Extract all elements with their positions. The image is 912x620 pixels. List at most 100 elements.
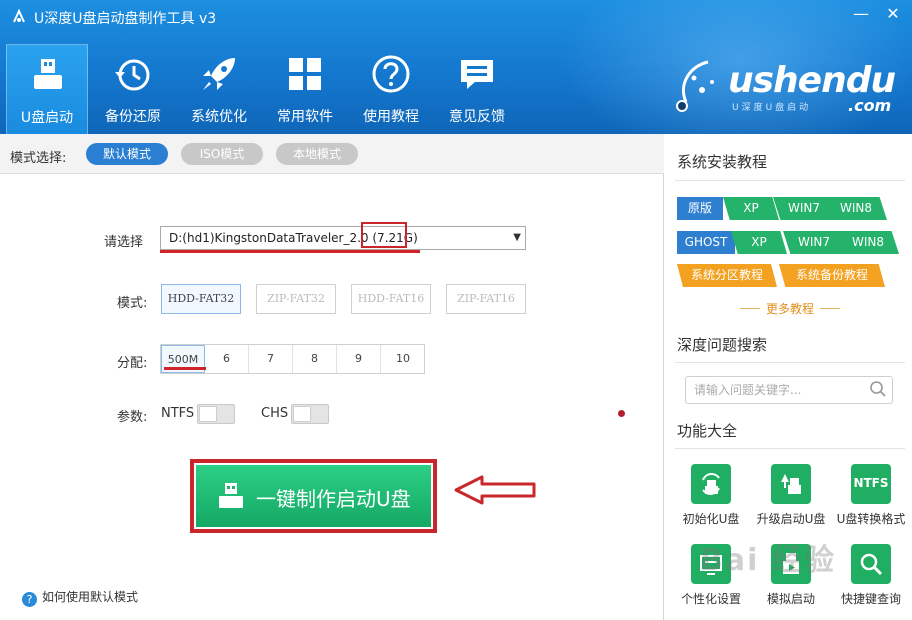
divider	[675, 362, 905, 363]
upgrade-usb-icon	[771, 464, 811, 504]
make-button-label: 一键制作启动U盘	[256, 487, 411, 511]
tool-hotkey-query[interactable]: 快捷键查询	[831, 544, 911, 620]
toggle-knob	[199, 406, 217, 422]
pointer-arrow-icon	[454, 475, 536, 505]
tag-ghost-win7[interactable]: WIN7	[783, 231, 845, 254]
partition-6-button[interactable]: 6	[205, 345, 249, 373]
format-hdd-fat16-button[interactable]: HDD-FAT16	[351, 284, 431, 314]
brand-subtitle: U深度U盘启动	[732, 103, 812, 113]
ntfs-toggle[interactable]	[197, 404, 235, 424]
tool-label: 模拟启动	[766, 592, 815, 606]
partition-7-button[interactable]: 7	[249, 345, 293, 373]
nav-label: 常用软件	[277, 109, 333, 125]
question-search-title: 深度问题搜索	[677, 336, 768, 354]
chevron-down-icon: ▼	[513, 232, 521, 243]
highlight-underline	[160, 250, 420, 253]
search-icon[interactable]	[869, 380, 887, 398]
tool-label: 快捷键查询	[840, 592, 901, 606]
chs-toggle[interactable]	[291, 404, 329, 424]
tool-label: 初始化U盘	[682, 512, 740, 526]
question-icon	[372, 55, 410, 93]
chs-label: CHS	[261, 406, 289, 421]
params-label: 参数:	[117, 410, 148, 425]
tag-ghost[interactable]: GHOST	[677, 231, 735, 254]
mode-bar: 模式选择: 默认模式 ISO模式 本地模式	[0, 134, 664, 174]
help-icon: ?	[22, 592, 37, 607]
brand-logo: ushendu U深度U盘启动 .com	[668, 56, 900, 118]
main-panel: 模式选择: 默认模式 ISO模式 本地模式 请选择 D:(hd1)Kingsto…	[0, 134, 664, 620]
tag-partition-tutorial[interactable]: 系统分区教程	[677, 264, 777, 287]
marker-dot	[618, 410, 625, 417]
close-button[interactable]: ✕	[882, 4, 904, 24]
nav-item-backup[interactable]: 备份还原	[92, 44, 174, 134]
drive-select[interactable]: D:(hd1)KingstonDataTraveler_2.0 (7.21G) …	[160, 226, 526, 250]
ntfs-label: NTFS	[161, 406, 195, 421]
help-default-mode-link[interactable]: ? 如何使用默认模式	[22, 588, 138, 607]
app-header: U深度U盘启动盘制作工具 v3 — ✕ U盘启动 备份还原 系统优化 常用软件 …	[0, 0, 912, 134]
ntfs-badge: NTFS	[853, 476, 889, 490]
toggle-knob	[293, 406, 311, 422]
ntfs-convert-icon: NTFS	[851, 464, 891, 504]
nav-label: 使用教程	[363, 109, 419, 125]
nav-item-tutorial[interactable]: 使用教程	[350, 44, 432, 134]
format-hdd-fat32-button[interactable]: HDD-FAT32	[161, 284, 241, 314]
partition-label: 分配:	[117, 356, 148, 371]
nav-label: 系统优化	[191, 109, 247, 125]
usb-drive-icon	[219, 483, 243, 508]
nav-label: 备份还原	[105, 109, 161, 125]
highlight-underline	[164, 367, 206, 370]
brand-name: ushendu	[728, 60, 896, 101]
tool-label: 升级启动U盘	[756, 512, 826, 526]
more-tutorials-link[interactable]: 更多教程	[725, 300, 855, 317]
nav-item-software[interactable]: 常用软件	[264, 44, 346, 134]
nav-item-usb-boot[interactable]: U盘启动	[6, 44, 88, 134]
rocket-icon	[203, 58, 235, 90]
nav-label: 意见反馈	[449, 109, 505, 125]
tools-title: 功能大全	[677, 422, 738, 440]
tag-ghost-win8[interactable]: WIN8	[837, 231, 899, 254]
init-usb-icon	[691, 464, 731, 504]
history-clock-icon	[115, 59, 150, 91]
tag-original-xp[interactable]: XP	[723, 197, 779, 220]
tag-original[interactable]: 原版	[677, 197, 723, 220]
tag-ghost-xp[interactable]: XP	[731, 231, 787, 254]
app-logo-icon	[13, 8, 25, 23]
tag-original-win7[interactable]: WIN7	[773, 197, 835, 220]
mode-default-button[interactable]: 默认模式	[86, 143, 168, 165]
format-zip-fat32-button[interactable]: ZIP-FAT32	[256, 284, 336, 314]
tool-init-usb[interactable]: 初始化U盘	[671, 464, 751, 540]
partition-8-button[interactable]: 8	[293, 345, 337, 373]
tool-convert-format[interactable]: NTFS U盘转换格式	[831, 464, 911, 540]
message-icon	[461, 60, 493, 89]
tool-upgrade-usb[interactable]: 升级启动U盘	[751, 464, 831, 540]
make-boot-usb-button[interactable]: 一键制作启动U盘	[196, 465, 431, 527]
format-label: 模式:	[117, 296, 148, 311]
divider	[675, 448, 905, 449]
brand-suffix: .com	[848, 96, 892, 115]
title-bar: U深度U盘启动盘制作工具 v3 — ✕	[0, 0, 912, 34]
tag-original-win8[interactable]: WIN8	[825, 197, 887, 220]
tag-backup-tutorial[interactable]: 系统备份教程	[779, 264, 885, 287]
partition-10-button[interactable]: 10	[381, 345, 425, 373]
partition-9-button[interactable]: 9	[337, 345, 381, 373]
nav-item-optimize[interactable]: 系统优化	[178, 44, 260, 134]
nav-label: U盘启动	[20, 110, 74, 126]
drive-select-label: 请选择	[104, 235, 144, 250]
help-link-label: 如何使用默认模式	[42, 590, 139, 604]
window-title: U深度U盘启动盘制作工具 v3	[34, 11, 217, 27]
mode-iso-button[interactable]: ISO模式	[181, 143, 263, 165]
watermark: Bai 经验	[700, 543, 836, 578]
usb-drive-icon	[34, 59, 62, 89]
question-search-input[interactable]	[685, 376, 893, 404]
format-zip-fat16-button[interactable]: ZIP-FAT16	[446, 284, 526, 314]
tool-label: U盘转换格式	[836, 512, 906, 526]
install-tutorial-title: 系统安装教程	[677, 153, 768, 171]
divider	[675, 180, 905, 181]
minimize-button[interactable]: —	[850, 4, 872, 24]
hotkey-icon	[851, 544, 891, 584]
nav-item-feedback[interactable]: 意见反馈	[436, 44, 518, 134]
brand-swirl-icon	[676, 60, 714, 112]
mode-local-button[interactable]: 本地模式	[276, 143, 358, 165]
highlight-size-box	[361, 222, 407, 248]
tool-label: 个性化设置	[680, 592, 741, 606]
